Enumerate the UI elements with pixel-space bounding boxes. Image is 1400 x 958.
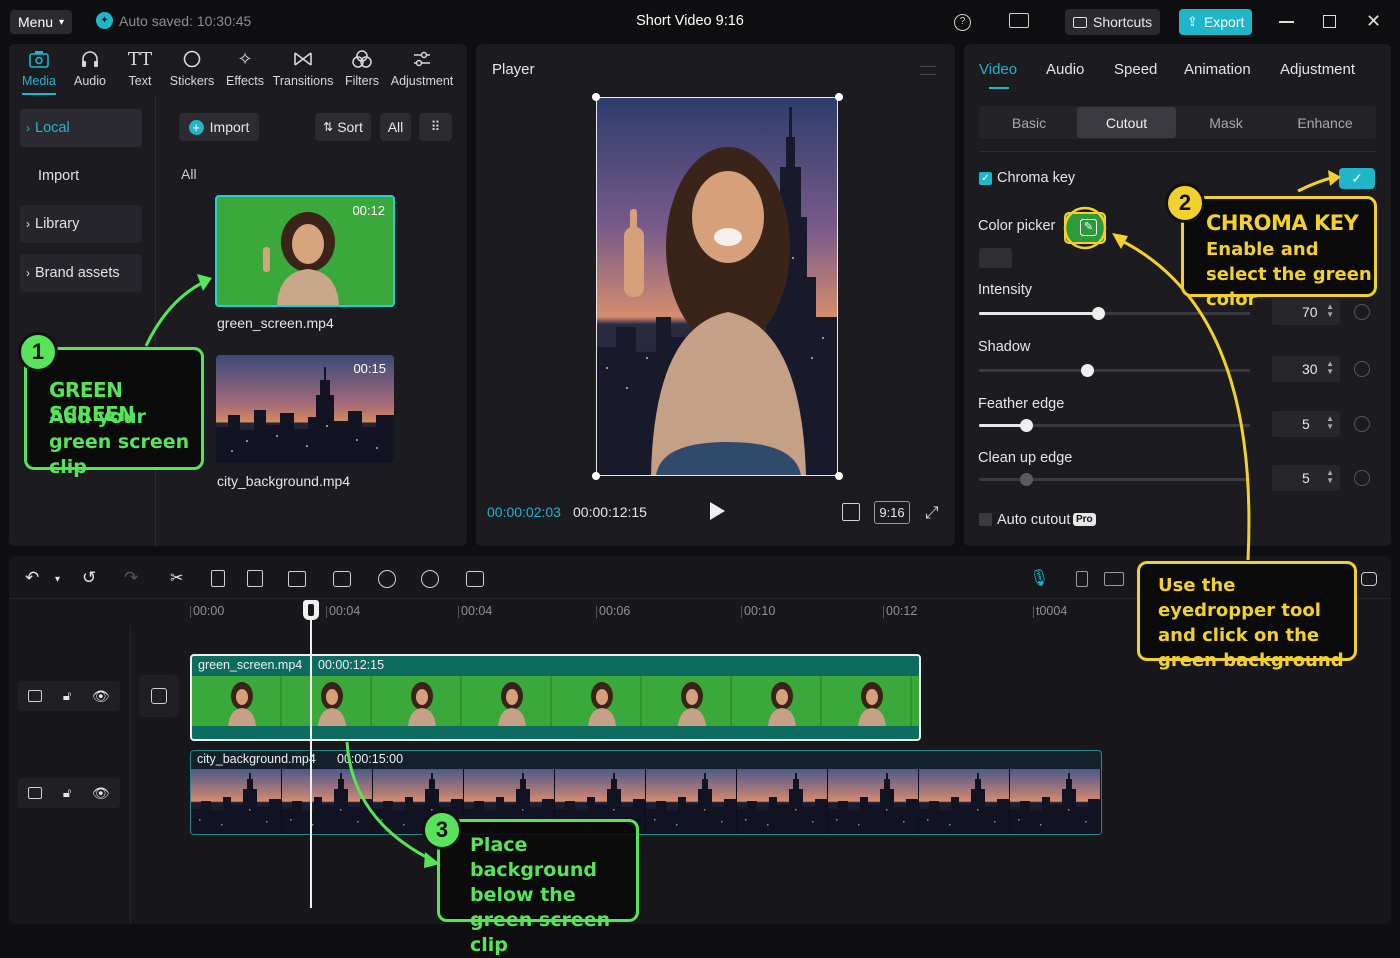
callout-eyedropper: Use the eyedropper tool and click on the… (1137, 561, 1357, 671)
callout-background-track: Place background below the green screen … (437, 819, 639, 956)
callout-text: Enable and select the green color (1206, 239, 1372, 310)
callout-text: Add your green screen clip (49, 406, 190, 478)
callout-text: Use the eyedropper tool and click on the… (1158, 575, 1344, 671)
callout-title: CHROMA KEY (1206, 211, 1359, 235)
callout-number-badge: 2 (1165, 183, 1205, 223)
callout-text: Place background below the green screen … (470, 834, 611, 956)
annotation-arrows (144, 170, 1341, 868)
callout-number-badge: 1 (18, 332, 58, 372)
callout-chroma-key: CHROMA KEY Enable and select the green c… (1181, 196, 1377, 310)
callout-number-badge: 3 (422, 810, 462, 850)
